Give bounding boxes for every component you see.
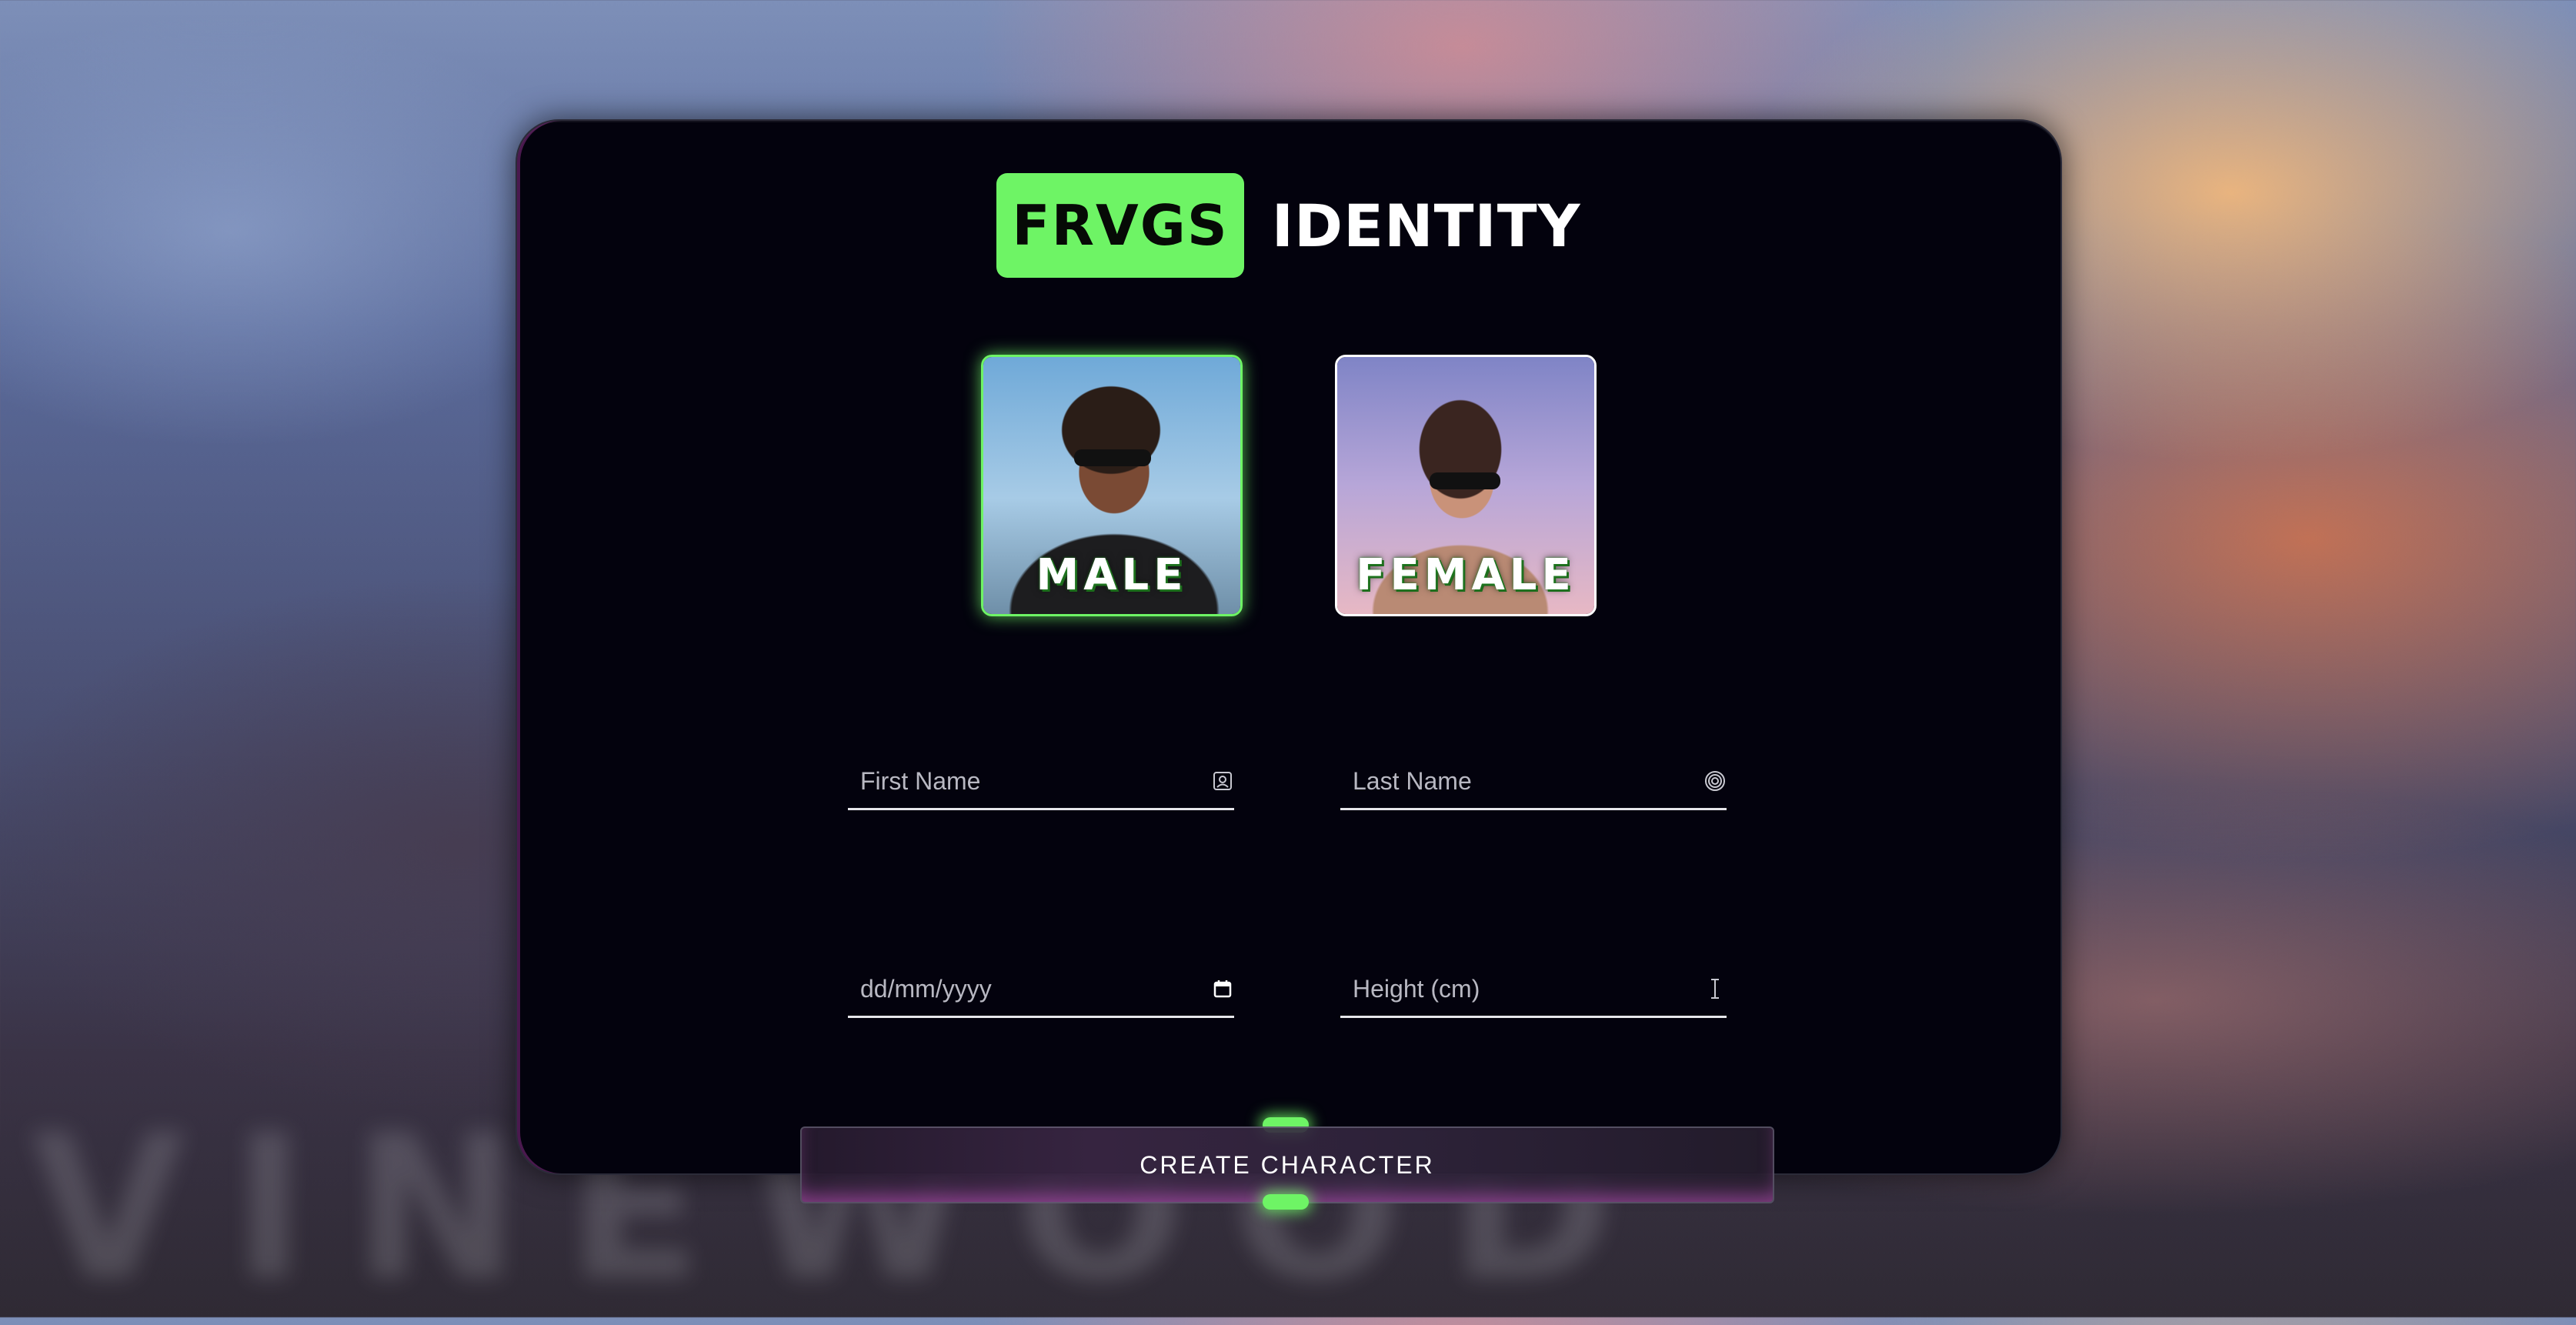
first-name-field: [848, 754, 1234, 810]
text-cursor-icon: [1703, 977, 1727, 1000]
header: FRVGS IDENTITY: [517, 173, 2060, 278]
height-field: [1340, 962, 1727, 1018]
identity-panel: FRVGS IDENTITY MALE FEMALE: [516, 119, 2062, 1175]
gender-label-male: MALE: [1036, 550, 1188, 600]
fingerprint-icon: [1703, 769, 1727, 793]
gender-selector: MALE FEMALE: [517, 355, 2060, 616]
dob-field: [848, 962, 1234, 1018]
last-name-input[interactable]: [1340, 766, 1703, 796]
last-name-field: [1340, 754, 1727, 810]
create-character-button[interactable]: CREATE CHARACTER: [800, 1126, 1774, 1203]
button-glow-bottom: [1263, 1194, 1309, 1210]
page-title: IDENTITY: [1271, 191, 1581, 260]
brand-badge: FRVGS: [996, 173, 1244, 278]
id-card-icon: [1211, 769, 1234, 793]
dob-input[interactable]: [848, 974, 1211, 1003]
gender-label-female: FEMALE: [1356, 550, 1576, 600]
first-name-input[interactable]: [848, 766, 1211, 796]
gender-card-male[interactable]: MALE: [981, 355, 1243, 616]
gender-card-female[interactable]: FEMALE: [1335, 355, 1597, 616]
calendar-icon[interactable]: [1211, 977, 1234, 1000]
height-input[interactable]: [1340, 974, 1703, 1003]
